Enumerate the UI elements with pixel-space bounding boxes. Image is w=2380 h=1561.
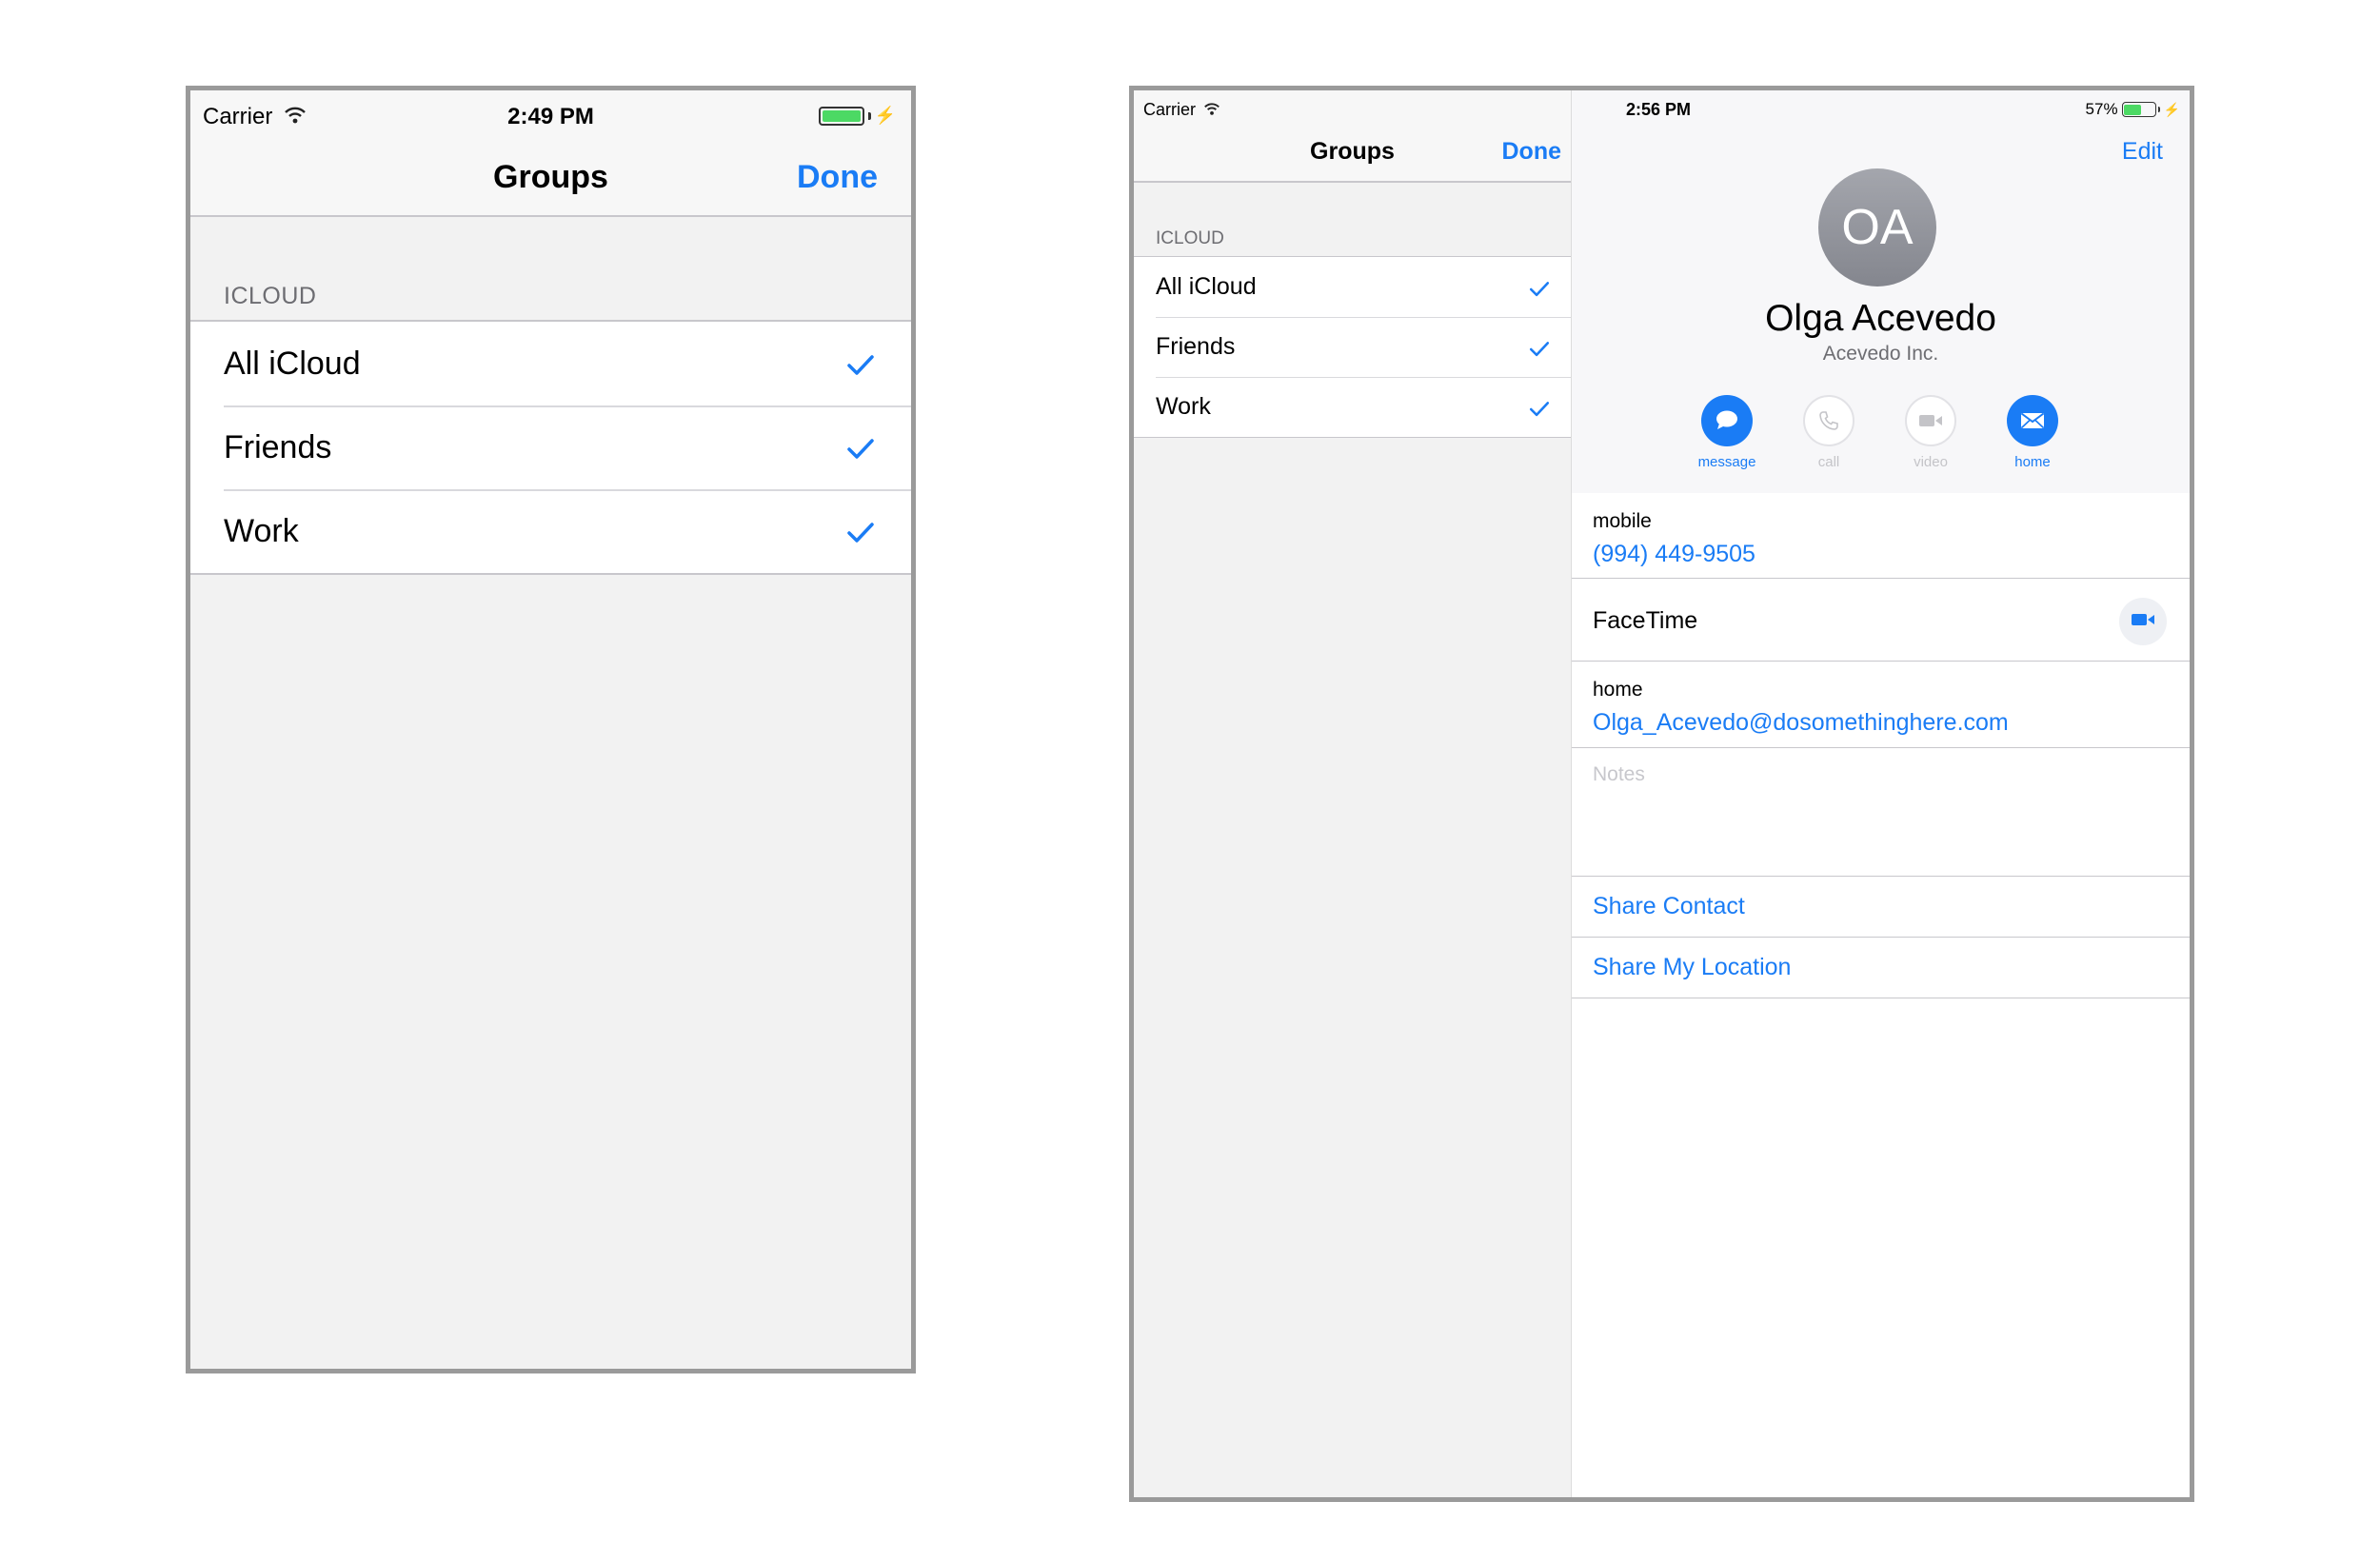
wifi-icon (1203, 100, 1220, 120)
groups-list: All iCloud Friends Work (190, 320, 911, 575)
contact-name: Olga Acevedo (1765, 298, 1996, 339)
group-label: Work (224, 512, 299, 549)
phone-number-link[interactable]: (994) 449-9505 (1593, 541, 1755, 568)
checkmark-icon (846, 432, 875, 469)
charging-icon: ⚡ (874, 106, 896, 125)
done-button[interactable]: Done (1502, 138, 1562, 166)
email-field: home Olga_Acevedo@dosomethinghere.com (1572, 662, 2190, 748)
sidebar-nav-bar: Carrier Groups Done (1134, 90, 1571, 183)
status-time: 2:56 PM (1626, 100, 1692, 119)
facetime-label: FaceTime (1593, 607, 1698, 634)
status-bar: Carrier 2:49 PM ⚡ (190, 90, 911, 138)
carrier: Carrier (1143, 100, 1220, 120)
group-label: Work (1156, 393, 1211, 420)
video-camera-icon (1905, 395, 1956, 446)
notes-placeholder: Notes (1593, 763, 1645, 785)
call-button[interactable]: call (1803, 395, 1854, 470)
mail-button[interactable]: home (2007, 395, 2058, 470)
action-label: message (1697, 454, 1756, 470)
group-label: Friends (224, 428, 332, 465)
status-time: 2:49 PM (507, 104, 594, 129)
mobile-field: mobile (994) 449-9505 (1572, 493, 2190, 579)
share-location-row[interactable]: Share My Location (1572, 938, 2190, 998)
action-label: home (2014, 454, 2051, 470)
nav-bar: Groups Done (190, 138, 911, 217)
group-label: All iCloud (224, 345, 361, 382)
checkmark-icon (1529, 277, 1550, 305)
message-button[interactable]: message (1697, 395, 1756, 470)
checkmark-icon (1529, 397, 1550, 425)
share-contact-row[interactable]: Share Contact (1572, 877, 2190, 938)
notes-field[interactable]: Notes (1572, 748, 2190, 877)
quick-actions: message call video home (1697, 395, 2058, 470)
section-header: ICLOUD (1156, 228, 1224, 248)
tablet-screen: Carrier Groups Done ICLOUD All iCloud Fr… (1129, 86, 2194, 1502)
battery-percent: 57% (2085, 100, 2118, 118)
share-location-button[interactable]: Share My Location (1593, 954, 1791, 981)
contact-header: 2:56 PM 57% ⚡ Edit OA Olga Acevedo Aceve… (1572, 90, 2190, 493)
battery-icon: ⚡ (818, 106, 896, 126)
checkmark-icon (846, 516, 875, 553)
groups-sidebar: Carrier Groups Done ICLOUD All iCloud Fr… (1134, 90, 1572, 1497)
video-camera-icon (2130, 611, 2156, 633)
group-label: Friends (1156, 333, 1236, 360)
action-label: call (1817, 454, 1840, 470)
section-header: ICLOUD (224, 283, 317, 309)
action-label: video (1914, 454, 1948, 470)
message-icon (1701, 395, 1753, 446)
group-row-friends[interactable]: Friends (190, 405, 911, 489)
battery-indicator: 57% ⚡ (2086, 100, 2180, 119)
edit-button[interactable]: Edit (2122, 138, 2163, 166)
field-label: home (1593, 679, 1643, 701)
phone-screen: Carrier 2:49 PM ⚡ Groups Done ICLOUD All… (186, 86, 916, 1373)
group-row-all-icloud[interactable]: All iCloud (190, 322, 911, 405)
email-link[interactable]: Olga_Acevedo@dosomethinghere.com (1593, 709, 2009, 737)
contact-detail: 2:56 PM 57% ⚡ Edit OA Olga Acevedo Aceve… (1572, 90, 2190, 1497)
checkmark-icon (846, 348, 875, 385)
phone-icon (1803, 395, 1854, 446)
contact-company: Acevedo Inc. (1822, 343, 1939, 365)
groups-list: All iCloud Friends Work (1134, 256, 1571, 438)
avatar: OA (1818, 168, 1936, 287)
group-row-work[interactable]: Work (1134, 377, 1571, 437)
carrier-label: Carrier (1143, 100, 1197, 119)
charging-icon: ⚡ (2163, 101, 2180, 117)
done-button[interactable]: Done (797, 159, 878, 196)
group-row-work[interactable]: Work (190, 489, 911, 573)
group-row-all-icloud[interactable]: All iCloud (1134, 257, 1571, 317)
field-label: mobile (1593, 510, 1652, 532)
group-label: All iCloud (1156, 273, 1257, 300)
checkmark-icon (1529, 337, 1550, 365)
video-button[interactable]: video (1905, 395, 1956, 470)
facetime-video-button[interactable] (2119, 598, 2167, 645)
battery-icon (2121, 102, 2160, 117)
facetime-row: FaceTime (1572, 579, 2190, 662)
mail-icon (2007, 395, 2058, 446)
group-row-friends[interactable]: Friends (1134, 317, 1571, 377)
share-contact-button[interactable]: Share Contact (1593, 893, 1745, 920)
